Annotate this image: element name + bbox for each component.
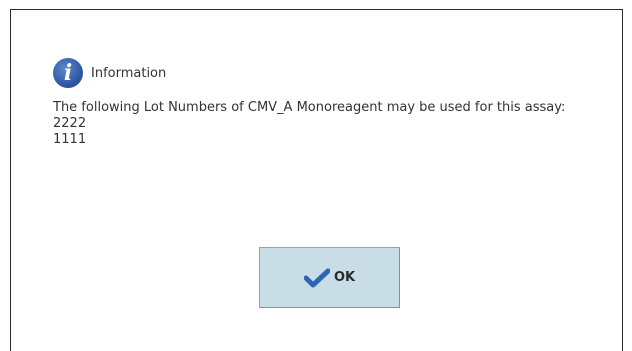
ok-button-label: OK bbox=[333, 270, 356, 285]
ok-button[interactable]: OK bbox=[259, 247, 400, 308]
dialog-title: Information bbox=[91, 65, 167, 81]
dialog-header: i Information bbox=[53, 58, 166, 88]
information-dialog: i Information The following Lot Numbers … bbox=[10, 9, 623, 351]
dialog-message: The following Lot Numbers of CMV_A Monor… bbox=[53, 100, 565, 148]
message-line: The following Lot Numbers of CMV_A Monor… bbox=[53, 100, 566, 115]
checkmark-icon bbox=[303, 268, 330, 287]
info-icon: i bbox=[53, 58, 83, 88]
lot-number-line: 1111 bbox=[53, 132, 87, 147]
lot-number-line: 2222 bbox=[53, 116, 87, 131]
